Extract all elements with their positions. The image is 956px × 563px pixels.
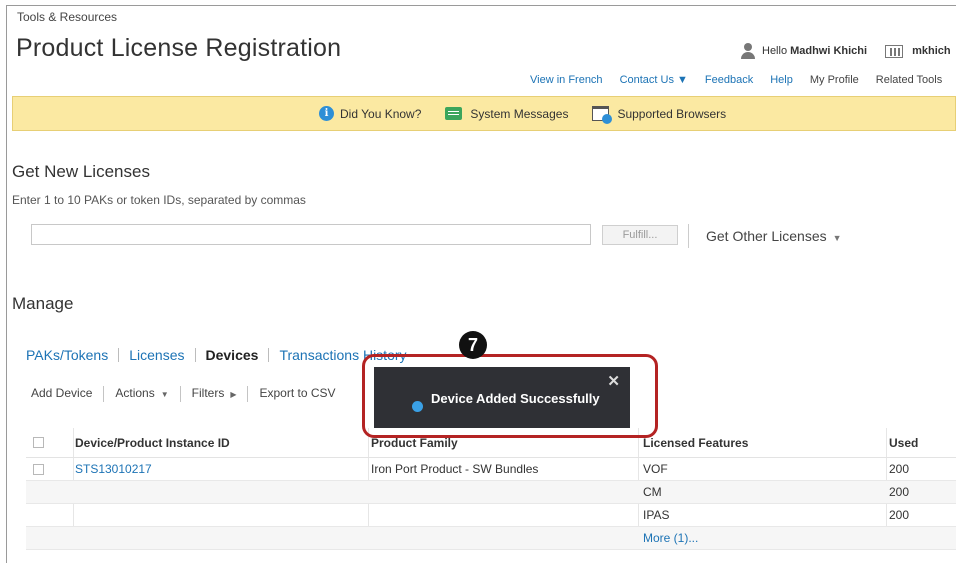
info-banner: i Did You Know? System Messages Supporte… <box>12 96 956 131</box>
nav-feedback[interactable]: Feedback <box>705 74 753 86</box>
top-nav: View in French Contact Us ▼ Feedback Hel… <box>530 74 956 86</box>
devices-table: Device/Product Instance ID Product Famil… <box>26 428 956 550</box>
building-icon <box>885 44 904 58</box>
pak-hint: Enter 1 to 10 PAKs or token IDs, separat… <box>12 193 306 207</box>
did-you-know-label: Did You Know? <box>340 106 422 121</box>
column-header-device-id[interactable]: Device/Product Instance ID <box>75 428 230 457</box>
filters-button[interactable]: Filters ▶ <box>181 386 249 402</box>
row-checkbox[interactable] <box>33 463 44 475</box>
used-cell: 200 <box>889 462 910 476</box>
table-row: More (1)... <box>26 527 956 550</box>
caret-down-icon: ▼ <box>160 390 169 399</box>
select-all-checkbox[interactable] <box>33 437 44 448</box>
tab-licenses[interactable]: Licenses <box>119 348 196 362</box>
user-name[interactable]: Madhwi Khichi <box>790 45 867 57</box>
info-icon: i <box>319 106 334 121</box>
licensed-feature-cell: VOF <box>643 462 668 476</box>
devices-toolbar: Add Device Actions ▼ Filters ▶ Export to C… <box>31 386 347 402</box>
account-name[interactable]: mkhich <box>912 45 951 57</box>
supported-browsers-link[interactable]: Supported Browsers <box>592 106 727 124</box>
browser-icon <box>592 106 613 124</box>
device-id-link[interactable]: STS13010217 <box>75 458 152 480</box>
export-csv-button[interactable]: Export to CSV <box>248 386 346 402</box>
used-cell: 200 <box>889 508 910 522</box>
fulfill-button[interactable]: Fulfill... <box>602 225 678 245</box>
add-device-button[interactable]: Add Device <box>31 386 105 402</box>
manage-title: Manage <box>12 294 74 313</box>
step-number-badge: 7 <box>459 331 487 359</box>
licensed-feature-cell: IPAS <box>643 508 670 522</box>
tab-devices[interactable]: Devices <box>196 348 270 362</box>
column-header-used[interactable]: Used <box>889 428 918 457</box>
caret-right-icon: ▶ <box>230 390 237 399</box>
caret-down-icon: ▼ <box>832 233 842 243</box>
pak-input[interactable] <box>31 224 591 245</box>
used-cell: 200 <box>889 485 910 499</box>
nav-related-tools[interactable]: Related Tools <box>876 74 942 86</box>
did-you-know-link[interactable]: i Did You Know? <box>319 106 421 121</box>
table-row: IPAS 200 <box>26 504 956 527</box>
tab-paks-tokens[interactable]: PAKs/Tokens <box>26 348 120 362</box>
supported-browsers-label: Supported Browsers <box>617 106 727 121</box>
user-area: Hello Madhwi Khichi mkhich <box>740 43 951 59</box>
more-features-link[interactable]: More (1)... <box>643 527 698 549</box>
column-header-licensed-features[interactable]: Licensed Features <box>643 428 748 457</box>
get-other-licenses-dropdown[interactable]: Get Other Licenses ▼ <box>706 228 842 244</box>
system-messages-link[interactable]: System Messages <box>445 107 568 121</box>
table-row: CM 200 <box>26 481 956 504</box>
filters-label: Filters <box>191 386 225 400</box>
nav-my-profile[interactable]: My Profile <box>810 74 859 86</box>
nav-help[interactable]: Help <box>770 74 793 86</box>
callout-highlight <box>362 354 658 438</box>
get-new-licenses-title: Get New Licenses <box>12 162 150 181</box>
greeting-prefix: Hello <box>762 45 788 57</box>
nav-contact-us[interactable]: Contact Us ▼ <box>620 74 688 86</box>
table-row: STS13010217 Iron Port Product - SW Bundl… <box>26 458 956 481</box>
breadcrumb[interactable]: Tools & Resources <box>17 10 117 24</box>
get-other-licenses-label: Get Other Licenses <box>706 228 827 244</box>
actions-menu[interactable]: Actions ▼ <box>104 386 181 402</box>
system-messages-label: System Messages <box>470 106 569 121</box>
product-family-cell: Iron Port Product - SW Bundles <box>371 462 539 476</box>
person-icon <box>740 43 756 59</box>
actions-label: Actions <box>115 386 155 400</box>
nav-view-in-french[interactable]: View in French <box>530 74 603 86</box>
message-icon <box>445 107 463 120</box>
page-title: Product License Registration <box>16 34 342 62</box>
manage-tabs: PAKs/Tokens Licenses Devices Transaction… <box>26 348 417 362</box>
licensed-feature-cell: CM <box>643 485 662 499</box>
divider <box>688 224 689 248</box>
